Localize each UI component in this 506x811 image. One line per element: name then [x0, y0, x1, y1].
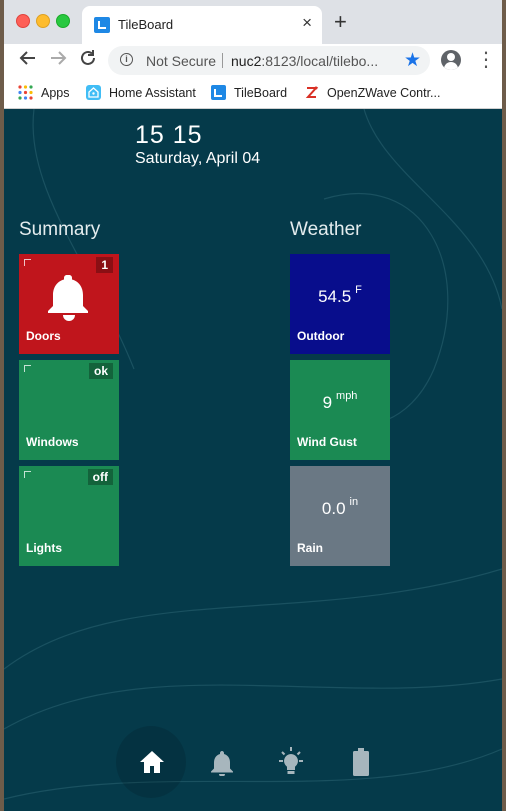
wind-gust-value: 9 [322, 393, 333, 412]
reload-icon[interactable] [76, 49, 100, 73]
lights-label: Lights [26, 541, 62, 555]
rain-tile[interactable]: 0.0 in Rain [290, 466, 390, 566]
nav-battery-button[interactable] [326, 726, 396, 798]
more-menu-icon[interactable]: ⋮ [476, 49, 496, 71]
doors-badge: 1 [96, 257, 113, 273]
bell-icon [211, 751, 233, 776]
windows-tile[interactable]: ok Windows [19, 360, 119, 460]
tileboard-dashboard: 15 15 Saturday, April 04 Summary Weather… [4, 109, 502, 811]
tile-corner-icon [24, 471, 31, 478]
weather-group-title: Weather [290, 219, 362, 240]
lights-badge: off [87, 469, 113, 485]
browser-tab[interactable]: TileBoard × [82, 6, 322, 44]
bookmark-apps[interactable]: Apps [18, 83, 70, 103]
bookmark-label: TileBoard [234, 86, 288, 100]
apps-grid-icon [18, 85, 33, 100]
browser-window: TileBoard × + i Not Secure nuc2:8123/loc… [4, 0, 502, 811]
address-bar[interactable]: i Not Secure nuc2:8123/local/tilebo... ★ [108, 46, 430, 75]
nav-home-button[interactable] [116, 726, 186, 798]
browser-toolbar: i Not Secure nuc2:8123/local/tilebo... ★… [4, 44, 502, 78]
doors-label: Doors [26, 329, 61, 343]
outdoor-value-row: 54.5 F [290, 284, 390, 307]
home-icon [140, 751, 164, 773]
url-text: nuc2:8123/local/tilebo... [231, 53, 378, 69]
rain-label: Rain [297, 541, 324, 555]
security-label: Not Secure [146, 53, 217, 69]
wind-gust-tile[interactable]: 9 mph Wind Gust [290, 360, 390, 460]
tile-corner-icon [24, 259, 31, 266]
battery-icon [353, 748, 369, 776]
lightbulb-icon [279, 747, 303, 774]
bookmark-label: OpenZWave Contr... [327, 86, 441, 100]
nav-lights-button[interactable] [256, 726, 326, 798]
tab-title: TileBoard [118, 17, 174, 32]
wind-gust-value-row: 9 mph [290, 390, 390, 413]
tileboard-icon [211, 85, 226, 100]
rain-unit: in [349, 496, 359, 508]
wind-gust-unit: mph [336, 390, 358, 402]
outdoor-tile[interactable]: 54.5 F Outdoor [290, 254, 390, 354]
windows-badge: ok [88, 363, 113, 379]
outdoor-value: 54.5 [318, 287, 352, 306]
profile-icon[interactable] [441, 50, 461, 70]
page-navigation [4, 726, 502, 801]
bookmark-home-assistant[interactable]: Home Assistant [86, 83, 196, 103]
lights-tile[interactable]: off Lights [19, 466, 119, 566]
close-tab-icon[interactable]: × [302, 14, 312, 32]
new-tab-button[interactable]: + [334, 10, 347, 34]
clock-date: Saturday, April 04 [135, 150, 261, 167]
openzwave-icon [304, 85, 319, 100]
windows-label: Windows [26, 435, 79, 449]
address-divider [222, 53, 223, 68]
rain-value: 0.0 [321, 499, 346, 518]
info-icon[interactable]: i [120, 53, 133, 66]
bookmark-star-icon[interactable]: ★ [404, 49, 421, 72]
url-host: nuc2 [231, 53, 262, 69]
outdoor-unit: F [355, 284, 362, 296]
wind-gust-label: Wind Gust [297, 435, 357, 449]
bookmarks-bar: Apps Home Assistant TileBoard OpenZWave … [4, 78, 502, 109]
summary-group-title: Summary [19, 219, 101, 240]
rain-value-row: 0.0 in [290, 496, 390, 519]
bookmark-openzwave[interactable]: OpenZWave Contr... [304, 83, 440, 103]
close-window-button[interactable] [16, 14, 30, 28]
bookmark-label: Home Assistant [109, 86, 196, 100]
outdoor-label: Outdoor [297, 329, 345, 343]
forward-arrow-icon[interactable] [46, 49, 70, 73]
doors-tile[interactable]: 1 Doors [19, 254, 119, 354]
title-bar: TileBoard × + [4, 0, 502, 44]
bell-icon [48, 275, 88, 321]
home-assistant-icon [86, 85, 101, 100]
bookmark-label: Apps [41, 86, 70, 100]
tileboard-favicon-icon [94, 17, 110, 33]
nav-alerts-button[interactable] [186, 726, 256, 798]
maximize-window-button[interactable] [56, 14, 70, 28]
back-arrow-icon[interactable] [16, 49, 40, 73]
background-swirl [4, 109, 502, 800]
tile-corner-icon [24, 365, 31, 372]
clock-time: 15 15 [135, 121, 203, 149]
bookmark-tileboard[interactable]: TileBoard [211, 83, 287, 103]
url-path: :8123/local/tilebo... [261, 53, 379, 69]
minimize-window-button[interactable] [36, 14, 50, 28]
